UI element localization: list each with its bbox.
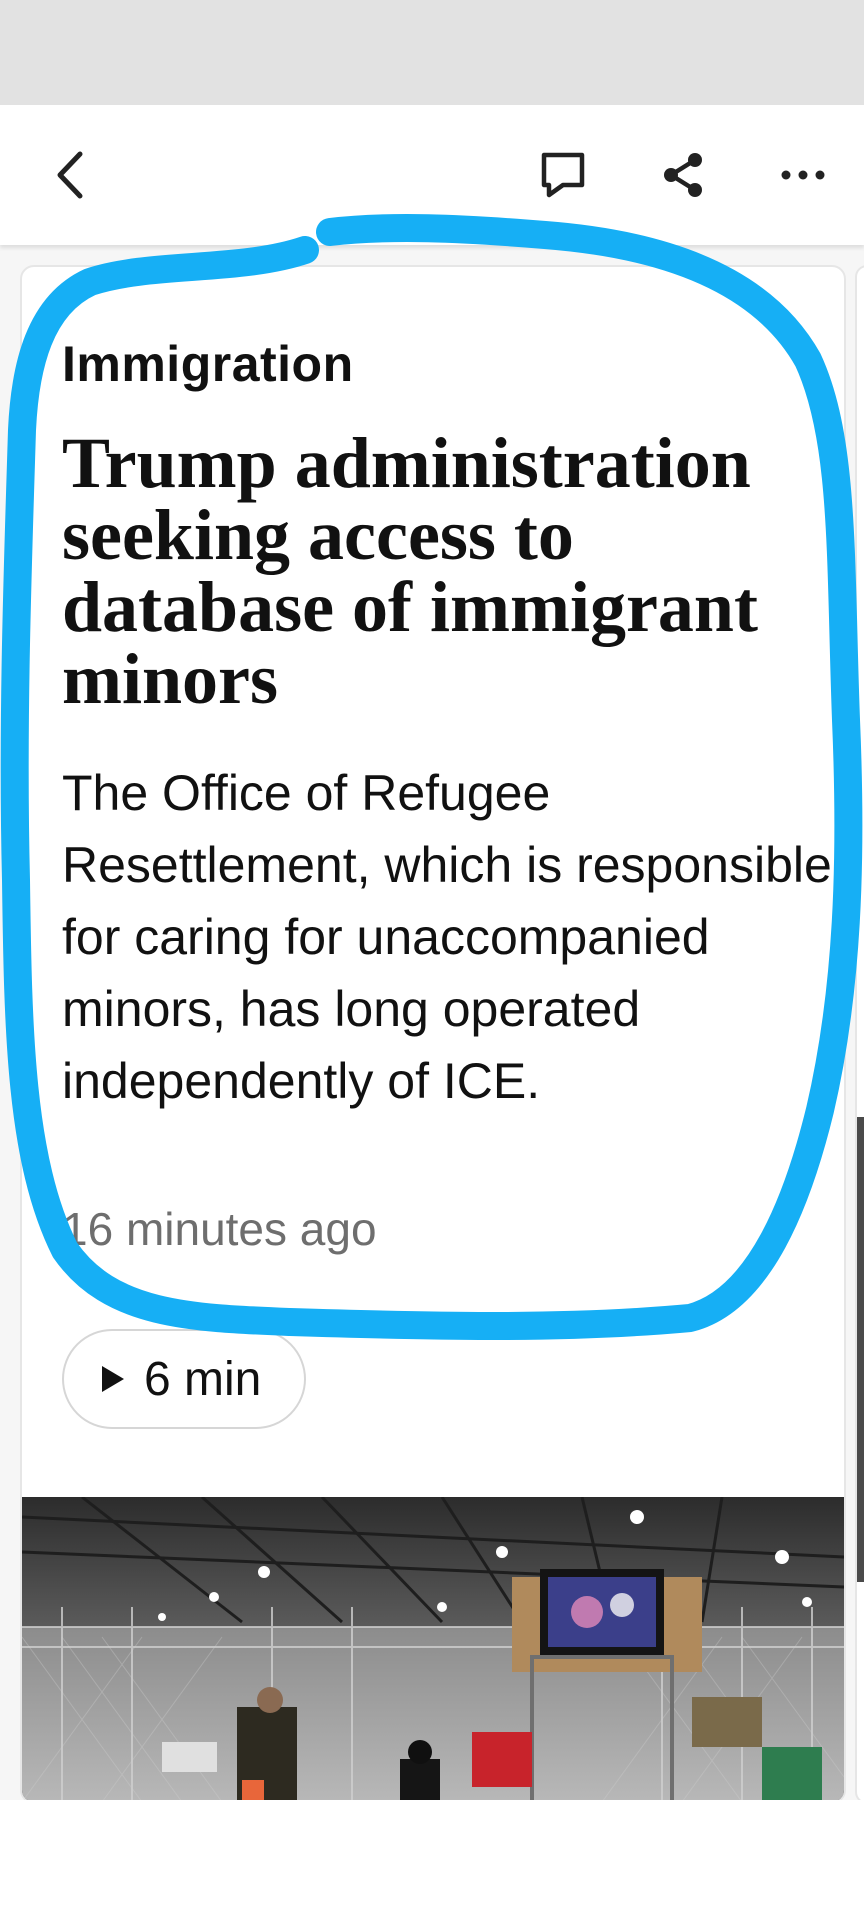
bottom-blank-area: [0, 1800, 864, 1920]
status-bar-area: [0, 0, 864, 105]
article-photo[interactable]: [22, 1497, 844, 1802]
article-card[interactable]: Immigration Trump administration seeking…: [20, 265, 846, 1804]
listen-button[interactable]: 6 min: [62, 1329, 306, 1429]
article-toolbar: [0, 105, 864, 245]
audio-duration: 6 min: [144, 1352, 262, 1406]
play-icon: [102, 1366, 124, 1392]
section-kicker[interactable]: Immigration: [62, 335, 354, 393]
comment-icon: [541, 152, 585, 198]
next-article-photo-edge: [857, 1117, 864, 1582]
share-button[interactable]: [643, 135, 723, 215]
article-headline[interactable]: Trump administration seeking access to d…: [62, 427, 832, 715]
back-arrow-icon: [57, 151, 83, 199]
share-icon: [664, 153, 702, 197]
more-options-button[interactable]: [763, 135, 843, 215]
detention-facility-image: [22, 1497, 844, 1802]
next-article-card-edge[interactable]: [855, 265, 864, 1804]
comment-button[interactable]: [523, 135, 603, 215]
article-timestamp: 16 minutes ago: [62, 1203, 377, 1255]
back-button[interactable]: [30, 135, 110, 215]
more-icon: [781, 170, 825, 180]
article-blurb: The Office of Refugee Resettlement, whic…: [62, 765, 832, 1109]
